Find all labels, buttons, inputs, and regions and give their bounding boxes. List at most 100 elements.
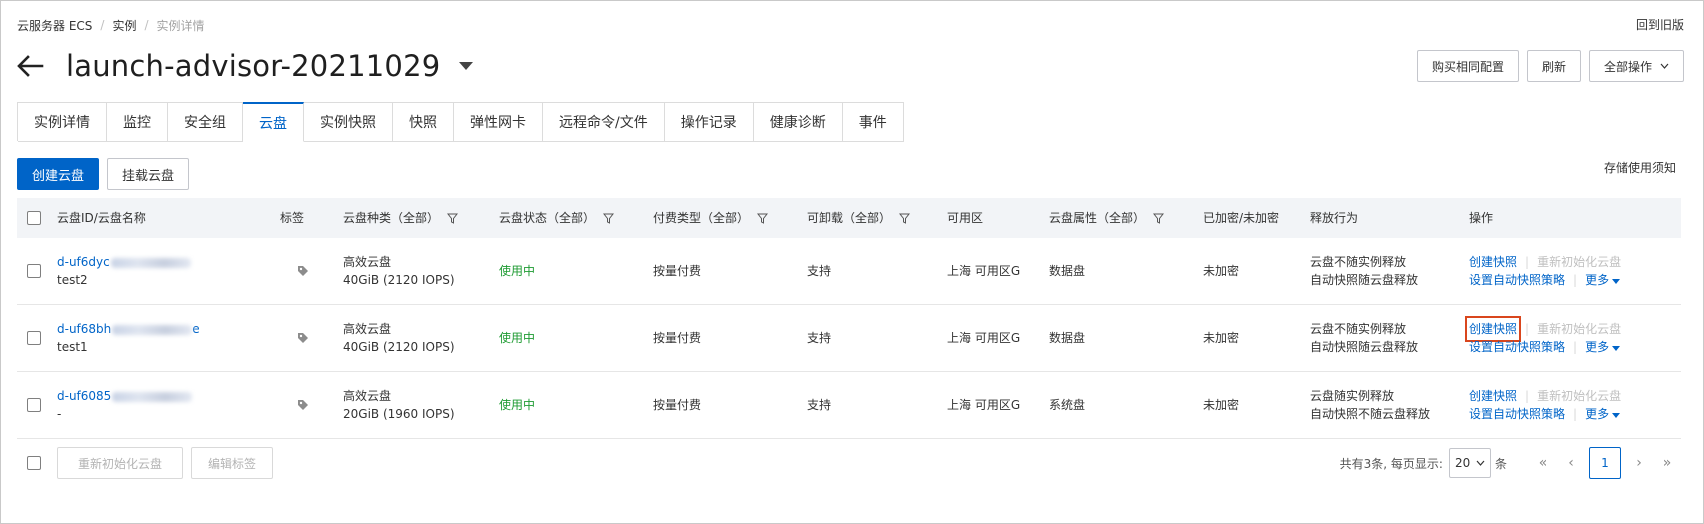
filter-icon[interactable]: [899, 213, 911, 224]
tag-icon[interactable]: [297, 399, 309, 411]
batch-reinit-button[interactable]: 重新初始化云盘: [57, 447, 183, 479]
disk-table: 云盘ID/云盘名称 标签 云盘种类（全部） 云盘状态（全部） 付费类型（全部） …: [17, 198, 1681, 439]
reinit-disk-link[interactable]: 重新初始化云盘: [1537, 387, 1621, 405]
set-auto-snapshot-policy-link[interactable]: 设置自动快照策略: [1469, 271, 1565, 289]
encrypted-status: 未加密: [1203, 331, 1240, 345]
current-page-button[interactable]: 1: [1589, 447, 1621, 479]
release-snapshot: 自动快照不随云盘释放: [1310, 407, 1431, 421]
tab-cloud-disk[interactable]: 云盘: [243, 102, 304, 142]
more-label: 更多: [1585, 407, 1610, 421]
back-arrow-icon[interactable]: [16, 54, 44, 78]
all-actions-button[interactable]: 全部操作: [1588, 50, 1684, 82]
more-dropdown[interactable]: 更多: [1585, 338, 1621, 356]
caret-down-icon: [1612, 346, 1621, 351]
detachable: 支持: [807, 331, 832, 345]
reinit-disk-link[interactable]: 重新初始化云盘: [1537, 320, 1621, 338]
page-size-select[interactable]: 20: [1448, 448, 1491, 478]
tab-operation-log[interactable]: 操作记录: [664, 103, 754, 142]
disk-type: 高效云盘: [343, 322, 392, 336]
tab-health-diagnosis[interactable]: 健康诊断: [753, 103, 843, 142]
storage-notice-link[interactable]: 存储使用须知: [1604, 159, 1676, 176]
breadcrumb-ecs[interactable]: 云服务器 ECS: [17, 17, 92, 34]
tab-instance-details[interactable]: 实例详情: [18, 103, 107, 142]
header-disk-attr: 云盘属性（全部）: [1049, 211, 1146, 225]
header-tag: 标签: [280, 211, 305, 225]
buy-same-config-button[interactable]: 购买相同配置: [1416, 50, 1519, 82]
row-checkbox[interactable]: [27, 331, 41, 345]
disk-id-link[interactable]: d-uf68bh: [57, 322, 111, 336]
next-page-button[interactable]: ›: [1625, 455, 1653, 471]
header-disk-status: 云盘状态（全部）: [499, 211, 596, 225]
zone: 上海 可用区G: [947, 398, 1021, 412]
divider: |: [1573, 340, 1578, 354]
detail-tabs: 实例详情 监控 安全组 云盘 实例快照 快照 弹性网卡 远程命令/文件 操作记录…: [17, 102, 904, 142]
disk-status: 使用中: [499, 331, 536, 345]
zone: 上海 可用区G: [947, 264, 1021, 278]
tab-instance-snapshot[interactable]: 实例快照: [304, 103, 393, 142]
header-id-name: 云盘ID/云盘名称: [57, 211, 146, 225]
create-snapshot-link[interactable]: 创建快照: [1464, 316, 1522, 342]
prev-page-button[interactable]: ‹: [1557, 455, 1585, 471]
disk-status: 使用中: [499, 398, 536, 412]
release-snapshot: 自动快照随云盘释放: [1310, 340, 1419, 354]
more-label: 更多: [1585, 340, 1610, 354]
disk-id-link[interactable]: d-uf6085: [57, 389, 111, 403]
tab-events[interactable]: 事件: [842, 103, 904, 142]
table-row: d-uf6dyc test2 高效云盘 40GiB (2120 IOPS) 使用…: [17, 238, 1681, 305]
tab-eni[interactable]: 弹性网卡: [454, 103, 543, 142]
header-actions: 购买相同配置 刷新 全部操作: [1416, 50, 1684, 82]
billing-type: 按量付费: [653, 331, 702, 345]
table-row: d-uf6085 - 高效云盘 20GiB (1960 IOPS) 使用中 按量…: [17, 372, 1681, 439]
refresh-button[interactable]: 刷新: [1526, 50, 1581, 82]
create-snapshot-link[interactable]: 创建快照: [1469, 387, 1517, 405]
filter-icon[interactable]: [447, 213, 459, 224]
header-encrypted: 已加密/未加密: [1203, 211, 1280, 225]
tag-icon[interactable]: [297, 332, 309, 344]
mount-disk-button[interactable]: 挂载云盘: [107, 158, 189, 190]
filter-icon[interactable]: [1153, 213, 1165, 224]
first-page-button[interactable]: «: [1529, 455, 1557, 471]
breadcrumb-instances[interactable]: 实例: [112, 17, 136, 34]
instance-switch-caret-icon[interactable]: [458, 61, 474, 71]
more-dropdown[interactable]: 更多: [1585, 271, 1621, 289]
last-page-button[interactable]: »: [1653, 455, 1681, 471]
disk-id-suffix[interactable]: e: [192, 322, 199, 336]
billing-type: 按量付费: [653, 398, 702, 412]
filter-icon[interactable]: [603, 213, 615, 224]
reinit-disk-link[interactable]: 重新初始化云盘: [1537, 253, 1621, 271]
disk-id-link[interactable]: d-uf6dyc: [57, 255, 110, 269]
set-auto-snapshot-policy-link[interactable]: 设置自动快照策略: [1469, 338, 1565, 356]
set-auto-snapshot-policy-link[interactable]: 设置自动快照策略: [1469, 405, 1565, 423]
tab-snapshot[interactable]: 快照: [393, 103, 454, 142]
tag-icon[interactable]: [297, 265, 309, 277]
edit-tags-button[interactable]: 编辑标签: [191, 447, 273, 479]
tab-remote-command[interactable]: 远程命令/文件: [543, 103, 665, 142]
select-all-checkbox[interactable]: [27, 211, 41, 225]
back-to-old-version-link[interactable]: 回到旧版: [1636, 16, 1684, 33]
more-dropdown[interactable]: 更多: [1585, 405, 1621, 423]
table-footer: 重新初始化云盘 编辑标签 共有3条, 每页显示: 20 条 « ‹ 1 › »: [17, 447, 1681, 487]
release-disk: 云盘不随实例释放: [1310, 322, 1407, 336]
caret-down-icon: [1612, 413, 1621, 418]
disk-status: 使用中: [499, 264, 536, 278]
create-disk-button[interactable]: 创建云盘: [17, 158, 99, 190]
divider: |: [1525, 322, 1530, 336]
table-row: d-uf68bh e test1 高效云盘 40GiB (2120 IOPS) 使…: [17, 305, 1681, 372]
header-release: 释放行为: [1310, 211, 1359, 225]
breadcrumb-current: 实例详情: [156, 18, 205, 33]
row-checkbox[interactable]: [27, 264, 41, 278]
disk-name: -: [57, 407, 62, 421]
caret-down-icon: [1612, 279, 1621, 284]
footer-select-all-checkbox[interactable]: [27, 456, 41, 470]
table-header: 云盘ID/云盘名称 标签 云盘种类（全部） 云盘状态（全部） 付费类型（全部） …: [17, 198, 1681, 238]
disk-attr: 系统盘: [1049, 398, 1086, 412]
redacted-id: [112, 391, 193, 402]
filter-icon[interactable]: [757, 213, 769, 224]
tab-security-group[interactable]: 安全组: [168, 103, 243, 142]
create-snapshot-link[interactable]: 创建快照: [1469, 253, 1517, 271]
disk-attr: 数据盘: [1049, 331, 1086, 345]
row-checkbox[interactable]: [27, 398, 41, 412]
tab-monitoring[interactable]: 监控: [107, 103, 168, 142]
disk-type: 高效云盘: [343, 255, 392, 269]
chevron-down-icon: [1660, 63, 1669, 69]
